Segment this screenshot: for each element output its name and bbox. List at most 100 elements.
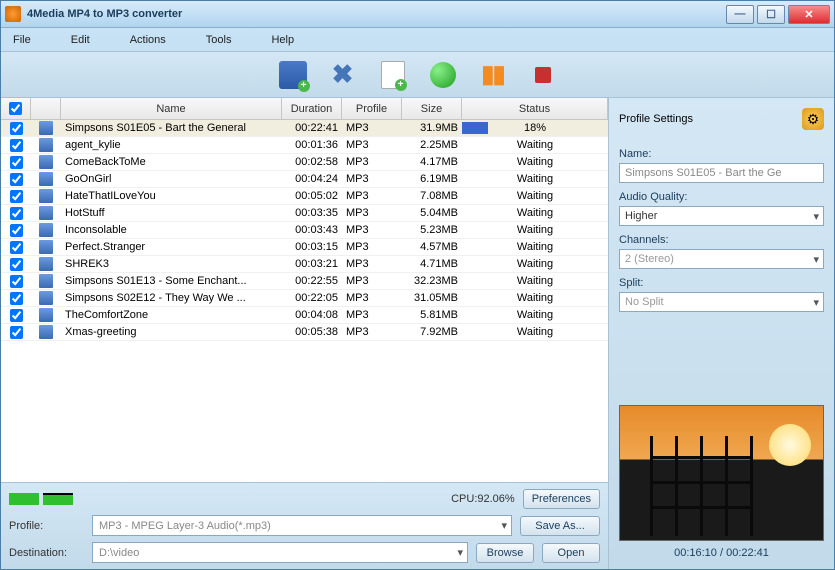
- close-button[interactable]: ✕: [788, 5, 830, 24]
- header-size[interactable]: Size: [402, 98, 462, 119]
- file-icon: [39, 155, 53, 169]
- table-row[interactable]: Simpsons S01E13 - Some Enchant...00:22:5…: [1, 273, 608, 290]
- row-status: Waiting: [462, 292, 608, 304]
- row-checkbox[interactable]: [10, 292, 23, 305]
- table-row[interactable]: Xmas-greeting00:05:38MP37.92MBWaiting: [1, 324, 608, 341]
- table-row[interactable]: Inconsolable00:03:43MP35.23MBWaiting: [1, 222, 608, 239]
- menu-file[interactable]: File: [13, 34, 31, 46]
- profile-combo[interactable]: MP3 - MPEG Layer-3 Audio(*.mp3): [92, 515, 512, 536]
- split-combo[interactable]: No Split: [619, 292, 824, 312]
- header-name[interactable]: Name: [61, 98, 282, 119]
- table-row[interactable]: ComeBackToMe00:02:58MP34.17MBWaiting: [1, 154, 608, 171]
- settings-pane: Profile Settings ⚙ Name: Audio Quality: …: [609, 98, 834, 569]
- row-checkbox[interactable]: [10, 309, 23, 322]
- table-row[interactable]: SHREK300:03:21MP34.71MBWaiting: [1, 256, 608, 273]
- menubar: File Edit Actions Tools Help: [1, 28, 834, 52]
- select-all-checkbox[interactable]: [9, 102, 22, 115]
- file-icon: [39, 223, 53, 237]
- add-profile-button[interactable]: [377, 59, 409, 91]
- row-name: Inconsolable: [61, 224, 282, 236]
- settings-title: Profile Settings: [619, 113, 693, 125]
- file-list-pane: Name Duration Profile Size Status Simpso…: [1, 98, 609, 569]
- row-profile: MP3: [342, 207, 402, 219]
- row-checkbox[interactable]: [10, 207, 23, 220]
- row-name: Simpsons S01E13 - Some Enchant...: [61, 275, 282, 287]
- gear-icon[interactable]: ⚙: [802, 108, 824, 130]
- row-status: Waiting: [462, 241, 608, 253]
- stop-button[interactable]: [527, 59, 559, 91]
- titlebar[interactable]: 4Media MP4 to MP3 converter — ☐ ✕: [1, 1, 834, 28]
- row-checkbox[interactable]: [10, 224, 23, 237]
- row-size: 4.17MB: [402, 156, 462, 168]
- destination-combo[interactable]: D:\video: [92, 542, 468, 563]
- row-status: Waiting: [462, 156, 608, 168]
- row-duration: 00:01:36: [282, 139, 342, 151]
- table-row[interactable]: Simpsons S01E05 - Bart the General00:22:…: [1, 120, 608, 137]
- table-body: Simpsons S01E05 - Bart the General00:22:…: [1, 120, 608, 482]
- maximize-button[interactable]: ☐: [757, 5, 785, 24]
- channels-combo[interactable]: 2 (Stereo): [619, 249, 824, 269]
- row-name: SHREK3: [61, 258, 282, 270]
- row-duration: 00:04:24: [282, 173, 342, 185]
- menu-edit[interactable]: Edit: [71, 34, 90, 46]
- row-status: Waiting: [462, 190, 608, 202]
- play-icon: [430, 62, 456, 88]
- row-checkbox[interactable]: [10, 190, 23, 203]
- file-icon: [39, 121, 53, 135]
- row-checkbox[interactable]: [10, 326, 23, 339]
- file-icon: [39, 138, 53, 152]
- save-as-button[interactable]: Save As...: [520, 516, 600, 536]
- row-checkbox[interactable]: [10, 156, 23, 169]
- row-status: 18%: [462, 122, 608, 134]
- row-size: 32.23MB: [402, 275, 462, 287]
- start-button[interactable]: [427, 59, 459, 91]
- name-field[interactable]: [619, 163, 824, 183]
- row-status: Waiting: [462, 207, 608, 219]
- pause-button[interactable]: ▮▮: [477, 59, 509, 91]
- row-profile: MP3: [342, 156, 402, 168]
- header-profile[interactable]: Profile: [342, 98, 402, 119]
- browse-button[interactable]: Browse: [476, 543, 534, 563]
- menu-help[interactable]: Help: [271, 34, 294, 46]
- app-icon: [5, 6, 21, 22]
- row-status: Waiting: [462, 258, 608, 270]
- row-profile: MP3: [342, 292, 402, 304]
- add-file-button[interactable]: [277, 59, 309, 91]
- table-row[interactable]: agent_kylie00:01:36MP32.25MBWaiting: [1, 137, 608, 154]
- name-label: Name:: [619, 148, 824, 160]
- preview-image[interactable]: [619, 405, 824, 541]
- header-status[interactable]: Status: [462, 98, 608, 119]
- remove-button[interactable]: ✖: [327, 59, 359, 91]
- channels-label: Channels:: [619, 234, 824, 246]
- row-size: 5.04MB: [402, 207, 462, 219]
- row-checkbox[interactable]: [10, 139, 23, 152]
- x-icon: ✖: [332, 59, 354, 90]
- row-size: 31.9MB: [402, 122, 462, 134]
- row-checkbox[interactable]: [10, 241, 23, 254]
- header-duration[interactable]: Duration: [282, 98, 342, 119]
- table-row[interactable]: Perfect.Stranger00:03:15MP34.57MBWaiting: [1, 239, 608, 256]
- table-row[interactable]: HotStuff00:03:35MP35.04MBWaiting: [1, 205, 608, 222]
- window-title: 4Media MP4 to MP3 converter: [27, 8, 726, 20]
- preferences-button[interactable]: Preferences: [523, 489, 600, 509]
- table-row[interactable]: HateThatILoveYou00:05:02MP37.08MBWaiting: [1, 188, 608, 205]
- table-row[interactable]: Simpsons S02E12 - They Way We ...00:22:0…: [1, 290, 608, 307]
- open-button[interactable]: Open: [542, 543, 600, 563]
- row-checkbox[interactable]: [10, 258, 23, 271]
- table-row[interactable]: TheComfortZone00:04:08MP35.81MBWaiting: [1, 307, 608, 324]
- row-size: 7.08MB: [402, 190, 462, 202]
- row-size: 31.05MB: [402, 292, 462, 304]
- menu-actions[interactable]: Actions: [130, 34, 166, 46]
- minimize-button[interactable]: —: [726, 5, 754, 24]
- doc-add-icon: [381, 61, 405, 89]
- row-checkbox[interactable]: [10, 122, 23, 135]
- menu-tools[interactable]: Tools: [206, 34, 232, 46]
- table-header: Name Duration Profile Size Status: [1, 98, 608, 120]
- row-checkbox[interactable]: [10, 173, 23, 186]
- destination-label: Destination:: [9, 547, 84, 559]
- row-checkbox[interactable]: [10, 275, 23, 288]
- row-size: 4.57MB: [402, 241, 462, 253]
- table-row[interactable]: GoOnGirl00:04:24MP36.19MBWaiting: [1, 171, 608, 188]
- header-check[interactable]: [1, 98, 31, 119]
- quality-combo[interactable]: Higher: [619, 206, 824, 226]
